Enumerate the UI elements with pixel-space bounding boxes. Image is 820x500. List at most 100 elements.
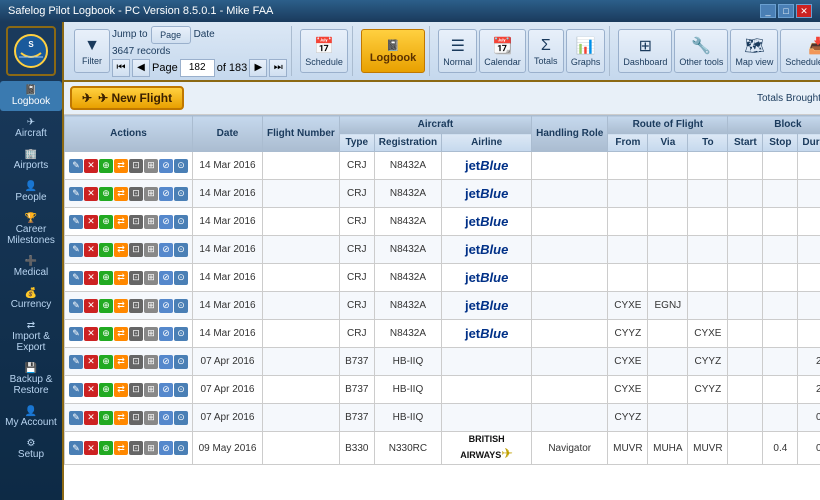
attach-icon[interactable]: ⊘ <box>159 299 173 313</box>
grid-icon[interactable]: ⊞ <box>144 215 158 229</box>
share-icon[interactable]: ⊡ <box>129 383 143 397</box>
share-icon[interactable]: ⊡ <box>129 215 143 229</box>
copy-icon[interactable]: ⊕ <box>99 299 113 313</box>
move-icon[interactable]: ⇄ <box>114 383 128 397</box>
logbook-button[interactable]: 📓 Logbook <box>361 29 425 73</box>
delete-icon[interactable]: ✕ <box>84 159 98 173</box>
attach-icon[interactable]: ⊘ <box>159 383 173 397</box>
attach-icon[interactable]: ⊘ <box>159 159 173 173</box>
calendar-button[interactable]: 📆 Calendar <box>479 29 526 73</box>
move-icon[interactable]: ⇄ <box>114 271 128 285</box>
close-button[interactable]: ✕ <box>796 4 812 18</box>
schedule-import-button[interactable]: 📥 Schedule import <box>780 29 820 73</box>
view-icon[interactable]: ⊙ <box>174 441 188 455</box>
prev-page-button[interactable]: ◀ <box>132 59 150 77</box>
copy-icon[interactable]: ⊕ <box>99 243 113 257</box>
other-tools-button[interactable]: 🔧 Other tools <box>674 29 728 73</box>
sidebar-item-people[interactable]: 👤 People <box>0 177 62 207</box>
view-icon[interactable]: ⊙ <box>174 355 188 369</box>
attach-icon[interactable]: ⊘ <box>159 327 173 341</box>
edit-icon[interactable]: ✎ <box>69 327 83 341</box>
copy-icon[interactable]: ⊕ <box>99 215 113 229</box>
move-icon[interactable]: ⇄ <box>114 187 128 201</box>
totals-button[interactable]: Σ Totals <box>528 29 564 73</box>
move-icon[interactable]: ⇄ <box>114 355 128 369</box>
view-icon[interactable]: ⊙ <box>174 299 188 313</box>
attach-icon[interactable]: ⊘ <box>159 411 173 425</box>
grid-icon[interactable]: ⊞ <box>144 271 158 285</box>
delete-icon[interactable]: ✕ <box>84 383 98 397</box>
grid-icon[interactable]: ⊞ <box>144 383 158 397</box>
copy-icon[interactable]: ⊕ <box>99 383 113 397</box>
view-icon[interactable]: ⊙ <box>174 271 188 285</box>
delete-icon[interactable]: ✕ <box>84 299 98 313</box>
delete-icon[interactable]: ✕ <box>84 327 98 341</box>
sidebar-item-career[interactable]: 🏆 Career Milestones <box>0 209 62 250</box>
share-icon[interactable]: ⊡ <box>129 243 143 257</box>
grid-icon[interactable]: ⊞ <box>144 159 158 173</box>
grid-icon[interactable]: ⊞ <box>144 441 158 455</box>
edit-icon[interactable]: ✎ <box>69 299 83 313</box>
last-page-button[interactable]: ⏭ <box>269 59 287 77</box>
new-flight-button[interactable]: ✈ ✈ New Flight <box>70 86 184 110</box>
view-icon[interactable]: ⊙ <box>174 215 188 229</box>
delete-icon[interactable]: ✕ <box>84 243 98 257</box>
sidebar-item-logbook[interactable]: 📓 Logbook <box>0 81 62 111</box>
move-icon[interactable]: ⇄ <box>114 327 128 341</box>
share-icon[interactable]: ⊡ <box>129 327 143 341</box>
delete-icon[interactable]: ✕ <box>84 355 98 369</box>
edit-icon[interactable]: ✎ <box>69 355 83 369</box>
copy-icon[interactable]: ⊕ <box>99 355 113 369</box>
grid-icon[interactable]: ⊞ <box>144 355 158 369</box>
delete-icon[interactable]: ✕ <box>84 187 98 201</box>
next-page-button[interactable]: ▶ <box>249 59 267 77</box>
sidebar-item-aircraft[interactable]: ✈ Aircraft <box>0 113 62 143</box>
attach-icon[interactable]: ⊘ <box>159 441 173 455</box>
grid-icon[interactable]: ⊞ <box>144 187 158 201</box>
dashboard-button[interactable]: ⊞ Dashboard <box>618 29 672 73</box>
grid-icon[interactable]: ⊞ <box>144 327 158 341</box>
delete-icon[interactable]: ✕ <box>84 215 98 229</box>
copy-icon[interactable]: ⊕ <box>99 327 113 341</box>
share-icon[interactable]: ⊡ <box>129 441 143 455</box>
view-icon[interactable]: ⊙ <box>174 187 188 201</box>
attach-icon[interactable]: ⊘ <box>159 243 173 257</box>
copy-icon[interactable]: ⊕ <box>99 187 113 201</box>
copy-icon[interactable]: ⊕ <box>99 441 113 455</box>
edit-icon[interactable]: ✎ <box>69 159 83 173</box>
edit-icon[interactable]: ✎ <box>69 441 83 455</box>
move-icon[interactable]: ⇄ <box>114 411 128 425</box>
share-icon[interactable]: ⊡ <box>129 271 143 285</box>
move-icon[interactable]: ⇄ <box>114 215 128 229</box>
edit-icon[interactable]: ✎ <box>69 187 83 201</box>
share-icon[interactable]: ⊡ <box>129 355 143 369</box>
move-icon[interactable]: ⇄ <box>114 243 128 257</box>
sidebar-item-backup[interactable]: 💾 Backup & Restore <box>0 359 62 400</box>
sidebar-item-account[interactable]: 👤 My Account <box>0 402 62 432</box>
attach-icon[interactable]: ⊘ <box>159 215 173 229</box>
grid-icon[interactable]: ⊞ <box>144 299 158 313</box>
share-icon[interactable]: ⊡ <box>129 411 143 425</box>
view-icon[interactable]: ⊙ <box>174 411 188 425</box>
move-icon[interactable]: ⇄ <box>114 441 128 455</box>
sidebar-item-medical[interactable]: ➕ Medical <box>0 252 62 282</box>
move-icon[interactable]: ⇄ <box>114 299 128 313</box>
attach-icon[interactable]: ⊘ <box>159 187 173 201</box>
filter-button[interactable]: ▼ Filter <box>74 29 110 73</box>
sidebar-item-currency[interactable]: 💰 Currency <box>0 284 62 314</box>
sidebar-item-setup[interactable]: ⚙ Setup <box>0 434 62 464</box>
sidebar-item-import-export[interactable]: ⇄ Import & Export <box>0 316 62 357</box>
page-input[interactable] <box>180 59 215 77</box>
copy-icon[interactable]: ⊕ <box>99 271 113 285</box>
minimize-button[interactable]: _ <box>760 4 776 18</box>
copy-icon[interactable]: ⊕ <box>99 411 113 425</box>
view-icon[interactable]: ⊙ <box>174 159 188 173</box>
sidebar-item-airports[interactable]: 🏢 Airports <box>0 145 62 175</box>
first-page-button[interactable]: ⏮ <box>112 59 130 77</box>
edit-icon[interactable]: ✎ <box>69 411 83 425</box>
delete-icon[interactable]: ✕ <box>84 411 98 425</box>
map-view-button[interactable]: 🗺 Map view <box>730 29 778 73</box>
edit-icon[interactable]: ✎ <box>69 383 83 397</box>
move-icon[interactable]: ⇄ <box>114 159 128 173</box>
share-icon[interactable]: ⊡ <box>129 159 143 173</box>
